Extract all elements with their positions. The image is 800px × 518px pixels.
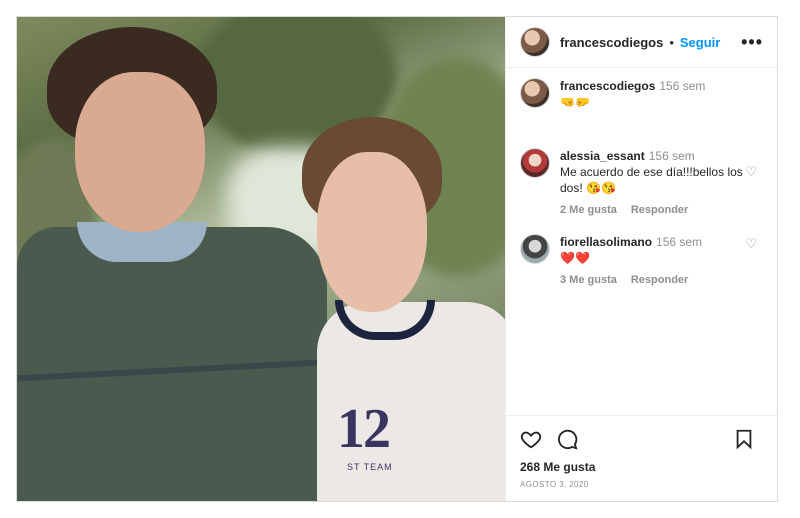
jersey-number: 12 [337, 398, 391, 460]
comment-item: fiorellasolimano 156 sem ❤️❤️ 3 Me gusta R… [520, 234, 763, 288]
comment-time[interactable]: 156 sem [649, 149, 695, 163]
comment-text: ❤️❤️ [560, 251, 590, 265]
comment-item: alessia_essant 156 sem Me acuerdo de ese … [520, 148, 763, 218]
follow-button[interactable]: Seguir [680, 35, 720, 50]
like-count[interactable]: 268 Me gusta [520, 460, 763, 474]
commenter-avatar[interactable] [520, 234, 550, 264]
action-icons [520, 424, 763, 454]
instagram-post: 12 ST TEAM francescodiegos • Seguir ••• … [16, 16, 778, 502]
author-avatar[interactable] [520, 78, 550, 108]
caption: francescodiegos 156 sem 🤜🤛 [520, 78, 763, 110]
boy-right-face [317, 152, 427, 312]
reply-button[interactable]: Responder [631, 274, 688, 286]
comment-likes[interactable]: 3 Me gusta [560, 274, 617, 286]
caption-text: 🤜🤛 [560, 95, 590, 109]
post-header: francescodiegos • Seguir ••• [506, 17, 777, 68]
comment-time[interactable]: 156 sem [656, 235, 702, 249]
comments-list: francescodiegos 156 sem 🤜🤛 alessia_essant… [506, 68, 777, 415]
post-sidebar: francescodiegos • Seguir ••• francescodi… [505, 17, 777, 501]
small-heart-icon[interactable]: ♡ [745, 164, 757, 180]
commenter-avatar[interactable] [520, 148, 550, 178]
caption-time[interactable]: 156 sem [659, 79, 705, 93]
comment-likes[interactable]: 2 Me gusta [560, 204, 617, 216]
jersey-text: ST TEAM [347, 462, 393, 472]
comment-icon[interactable] [556, 428, 578, 450]
separator-dot: • [669, 34, 674, 50]
author-avatar[interactable] [520, 27, 550, 57]
comment-username[interactable]: alessia_essant [560, 149, 645, 163]
comment-meta: 2 Me gusta Responder [560, 202, 745, 218]
comment-username[interactable]: fiorellasolimano [560, 235, 652, 249]
caption-username[interactable]: francescodiegos [560, 79, 655, 93]
post-photo[interactable]: 12 ST TEAM [17, 17, 505, 501]
reply-button[interactable]: Responder [631, 204, 688, 216]
comment-text: Me acuerdo de ese día!!!bellos los dos! … [560, 165, 743, 195]
boy-left-face [75, 72, 205, 232]
small-heart-icon[interactable]: ♡ [745, 236, 757, 252]
more-options-icon[interactable]: ••• [741, 32, 763, 53]
author-username[interactable]: francescodiegos [560, 35, 663, 50]
bookmark-icon[interactable] [733, 428, 755, 450]
post-actions: 268 Me gusta AGOSTO 3, 2020 [506, 415, 777, 501]
post-date[interactable]: AGOSTO 3, 2020 [520, 480, 763, 489]
comment-meta: 3 Me gusta Responder [560, 272, 745, 288]
heart-icon[interactable] [520, 428, 542, 450]
